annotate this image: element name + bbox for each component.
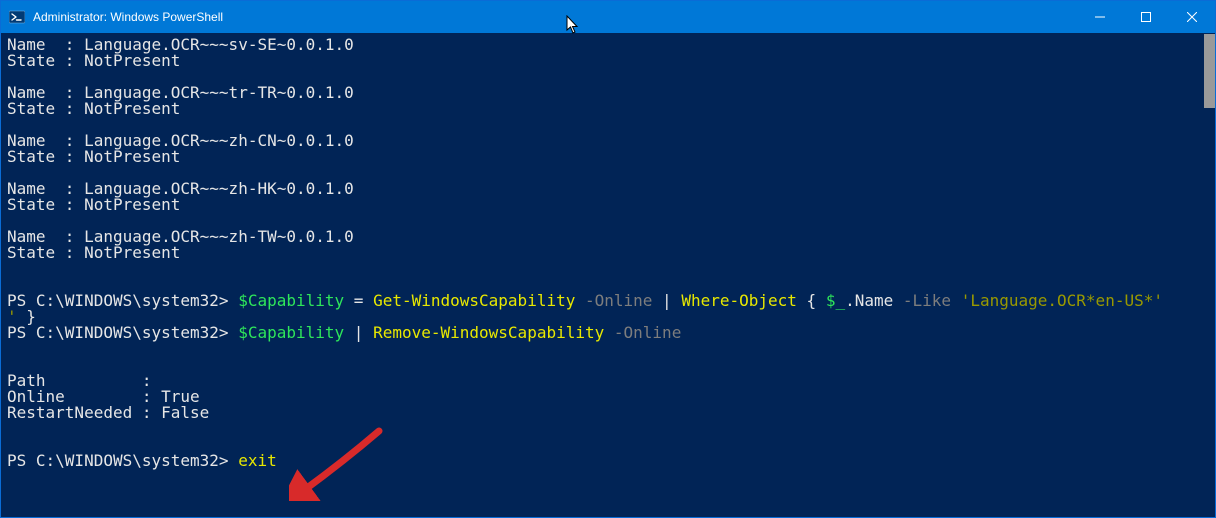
terminal-line bbox=[7, 357, 1209, 373]
terminal-line: State : NotPresent bbox=[7, 101, 1209, 117]
terminal-line: PS C:\WINDOWS\system32> $Capability | Re… bbox=[7, 325, 1209, 341]
window-title: Administrator: Windows PowerShell bbox=[33, 10, 223, 24]
terminal-line: Name : Language.OCR~~~sv-SE~0.0.1.0 bbox=[7, 37, 1209, 53]
terminal-line: PS C:\WINDOWS\system32> exit bbox=[7, 453, 1209, 469]
terminal-line: State : NotPresent bbox=[7, 245, 1209, 261]
window-controls bbox=[1077, 1, 1215, 33]
terminal-line: State : NotPresent bbox=[7, 197, 1209, 213]
terminal-output[interactable]: Name : Language.OCR~~~sv-SE~0.0.1.0State… bbox=[1, 33, 1215, 517]
terminal-line: Name : Language.OCR~~~tr-TR~0.0.1.0 bbox=[7, 85, 1209, 101]
maximize-button[interactable] bbox=[1123, 1, 1169, 33]
terminal-line bbox=[7, 261, 1209, 277]
terminal-line: State : NotPresent bbox=[7, 53, 1209, 69]
terminal-line: Name : Language.OCR~~~zh-HK~0.0.1.0 bbox=[7, 181, 1209, 197]
terminal-line bbox=[7, 421, 1209, 437]
titlebar[interactable]: Administrator: Windows PowerShell bbox=[1, 1, 1215, 33]
terminal-line: State : NotPresent bbox=[7, 149, 1209, 165]
powershell-window: Administrator: Windows PowerShell Name :… bbox=[0, 0, 1216, 518]
terminal-line: RestartNeeded : False bbox=[7, 405, 1209, 421]
terminal-line: Name : Language.OCR~~~zh-TW~0.0.1.0 bbox=[7, 229, 1209, 245]
terminal-line: PS C:\WINDOWS\system32> $Capability = Ge… bbox=[7, 293, 1209, 309]
close-button[interactable] bbox=[1169, 1, 1215, 33]
minimize-button[interactable] bbox=[1077, 1, 1123, 33]
vertical-scrollbar[interactable] bbox=[1204, 34, 1215, 108]
terminal-line: Name : Language.OCR~~~zh-CN~0.0.1.0 bbox=[7, 133, 1209, 149]
terminal-line bbox=[7, 341, 1209, 357]
powershell-icon bbox=[9, 9, 25, 25]
